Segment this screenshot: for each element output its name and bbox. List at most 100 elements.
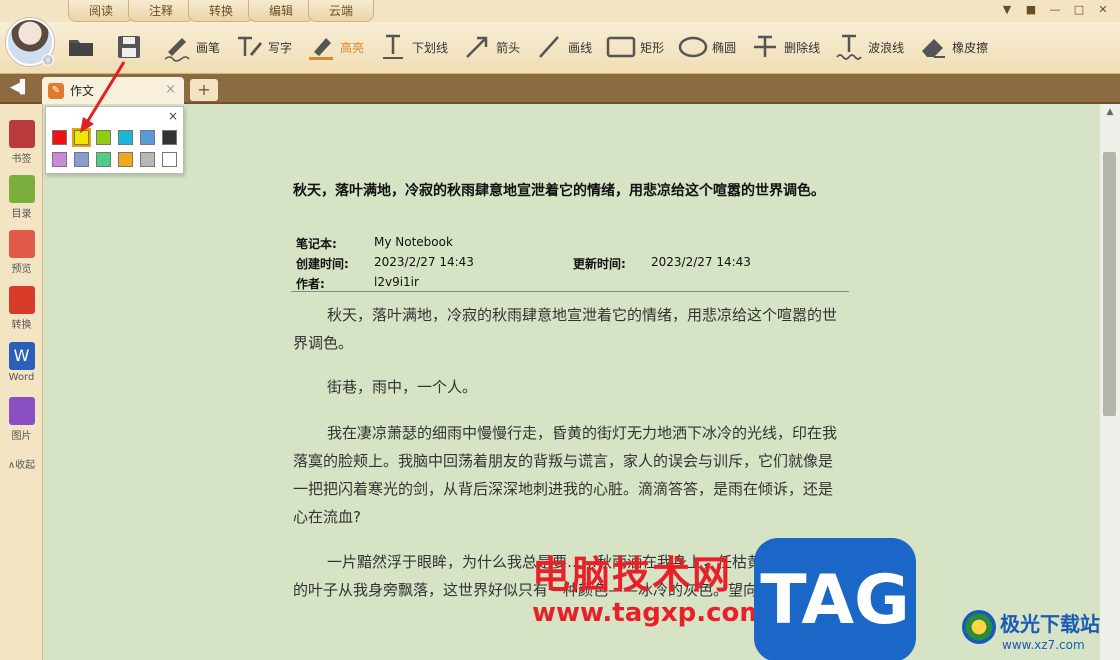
tool-label: 删除线	[784, 40, 821, 55]
tab-document[interactable]: ✎ 作文 ×	[42, 77, 184, 104]
meta-author-label: 作者:	[296, 277, 325, 291]
tool-label: 橡皮擦	[952, 40, 989, 55]
color-swatch[interactable]	[162, 152, 177, 167]
aurora-logo-icon	[962, 610, 996, 644]
preview-icon	[8, 230, 35, 258]
sidebar-item-label: Word	[8, 372, 35, 383]
open-button[interactable]	[66, 28, 100, 66]
line-icon	[539, 36, 560, 58]
rectangle-button[interactable]: 矩形	[606, 28, 664, 66]
tab-edit[interactable]: 编辑	[248, 0, 314, 22]
sidebar-item-label: 书签	[11, 154, 32, 165]
toc-icon	[8, 175, 35, 203]
site-logo-name: 极光下载站	[1000, 612, 1100, 636]
tab-cloud[interactable]: 云端	[308, 0, 374, 22]
left-sidebar: 书签 目录 预览 转换 W Word 图片 ∧收起	[0, 104, 43, 660]
save-button[interactable]	[114, 28, 148, 66]
tool-label: 画笔	[196, 40, 221, 55]
color-swatch[interactable]	[118, 130, 133, 145]
sidebar-item-bookmark[interactable]: 书签	[0, 120, 43, 165]
collapse-sidebar-button[interactable]: ∧收起	[0, 456, 43, 471]
wavy-line-button[interactable]: 波浪线	[834, 28, 904, 66]
meta-created-value: 2023/2/27 14:43	[374, 255, 474, 269]
tab-convert[interactable]: 转换	[188, 0, 254, 22]
ellipse-button[interactable]: 椭圆	[678, 28, 736, 66]
underline-icon	[383, 34, 404, 59]
bookmark-icon	[8, 120, 35, 148]
convert-icon	[8, 286, 35, 314]
add-tab-button[interactable]: +	[190, 79, 218, 101]
color-swatch[interactable]	[52, 152, 67, 167]
window-controls: ▼ ■ — □ ✕	[1000, 3, 1110, 16]
eraser-button[interactable]: 橡皮擦	[918, 28, 988, 66]
tool-label: 椭圆	[712, 40, 737, 55]
eraser-icon	[922, 39, 946, 58]
strikethrough-button[interactable]: 删除线	[750, 28, 820, 66]
tool-label: 画线	[568, 40, 593, 55]
maximize-icon[interactable]: □	[1072, 3, 1086, 16]
underline-button[interactable]: 下划线	[378, 28, 448, 66]
meta-updated-value: 2023/2/27 14:43	[651, 255, 751, 269]
highlight-button[interactable]: 高亮	[306, 28, 364, 66]
sidebar-item-preview[interactable]: 预览	[0, 230, 43, 275]
color-swatch[interactable]	[96, 152, 111, 167]
meta-notebook-value: My Notebook	[374, 235, 453, 249]
tool-label: 下划线	[412, 40, 449, 55]
tab-annotate[interactable]: 注释	[128, 0, 194, 22]
close-tab-button[interactable]: ×	[165, 82, 176, 97]
image-icon	[8, 397, 35, 425]
line-button[interactable]: 画线	[534, 28, 592, 66]
close-icon[interactable]: ✕	[1096, 3, 1110, 16]
menu-icon[interactable]: ▼	[1000, 3, 1014, 16]
scroll-up-icon[interactable]: ▲	[1100, 107, 1120, 121]
color-swatch[interactable]	[74, 152, 89, 167]
pen-button[interactable]: 画笔	[162, 28, 220, 66]
top-tab-bar: 阅读 注释 转换 编辑 云端	[68, 0, 374, 22]
sidebar-item-label: 目录	[11, 209, 32, 220]
divider	[291, 291, 849, 292]
sidebar-item-image[interactable]: 图片	[0, 397, 43, 442]
write-button[interactable]: 写字	[234, 28, 292, 66]
color-swatch[interactable]	[96, 130, 111, 145]
color-swatch[interactable]	[140, 152, 155, 167]
sidebar-item-convert[interactable]: 转换	[0, 286, 43, 331]
ellipse-icon	[678, 36, 708, 58]
back-icon[interactable]: ◀▌	[6, 80, 34, 98]
chevron-down-icon[interactable]: ∨	[42, 54, 54, 66]
scrollbar-thumb[interactable]	[1103, 152, 1116, 416]
document-title: 秋天，落叶满地，冷寂的秋雨肆意地宣泄着它的情绪，用悲凉给这个喧嚣的世界调色。	[293, 183, 825, 199]
watermark: 电脑技术网 www.tagxp.com TAG	[518, 538, 922, 660]
document-tab-bar: ◀▌ ✎ 作文 × +	[0, 74, 1120, 104]
tab-read[interactable]: 阅读	[68, 0, 134, 22]
watermark-title: 电脑技术网	[532, 553, 733, 597]
color-swatch[interactable]	[52, 130, 67, 145]
sidebar-item-word[interactable]: W Word	[0, 342, 43, 383]
document-icon: ✎	[48, 82, 64, 99]
paragraph: 街巷，雨中，一个人。	[327, 378, 478, 396]
color-swatch[interactable]	[72, 128, 91, 147]
meta-notebook-label: 笔记本:	[296, 237, 337, 251]
meta-updated-label: 更新时间:	[573, 257, 626, 271]
sidebar-item-label: 转换	[11, 320, 32, 331]
site-logo: 极光下载站 www.xz7.com	[960, 604, 1120, 660]
site-logo-url: www.xz7.com	[1002, 638, 1085, 652]
tool-label: 箭头	[496, 40, 521, 55]
minimize-icon[interactable]: —	[1048, 3, 1062, 16]
color-swatch[interactable]	[140, 130, 155, 145]
word-icon: W	[8, 342, 35, 370]
skin-icon[interactable]: ■	[1024, 3, 1038, 16]
meta-author-value: l2v9i1ir	[374, 275, 419, 289]
wavy-line-icon	[836, 34, 862, 60]
tool-label: 波浪线	[868, 40, 905, 55]
tab-title: 作文	[70, 84, 95, 98]
highlight-icon	[309, 38, 334, 60]
sidebar-item-label: 预览	[11, 264, 32, 275]
close-popup-button[interactable]: ×	[168, 109, 178, 123]
watermark-tag: TAG	[754, 538, 916, 660]
sidebar-item-toc[interactable]: 目录	[0, 175, 43, 220]
color-swatch[interactable]	[118, 152, 133, 167]
meta-created-label: 创建时间:	[296, 257, 349, 271]
arrow-button[interactable]: 箭头	[462, 28, 520, 66]
color-swatch[interactable]	[162, 130, 177, 145]
tool-label: 矩形	[640, 40, 665, 55]
